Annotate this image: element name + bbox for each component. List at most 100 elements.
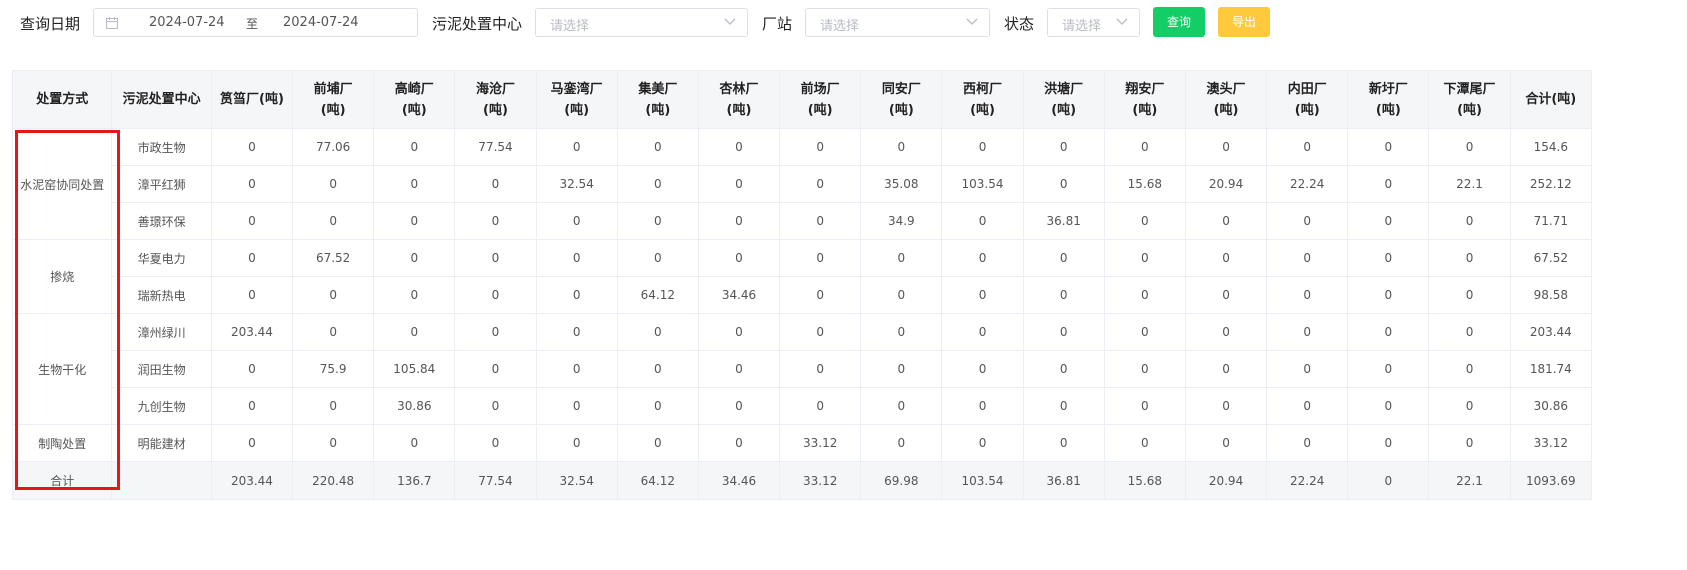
header-plant: 马銮湾厂 (吨) — [535, 70, 618, 129]
value-cell: 0 — [1103, 424, 1186, 462]
header-plant: 下潭尾厂 (吨) — [1428, 70, 1511, 129]
value-cell: 0 — [779, 165, 862, 203]
value-cell: 0 — [1184, 128, 1268, 166]
header-center: 污泥处置中心 — [111, 70, 212, 129]
center-select[interactable]: 请选择 — [535, 8, 748, 37]
table-header-row: 处置方式 污泥处置中心 筼筜厂(吨) 前埔厂 (吨) 高崎厂 (吨) 海沧厂 (吨) 马銮湾厂 (吨… — [12, 70, 1593, 129]
value-cell: 36.81 — [1022, 202, 1105, 240]
table-row: 生物干化 漳州绿川 203.44 0 0 0 0 0 0 0 0 0 0 0 0 0 0 0 203.44 — [12, 313, 1593, 425]
value-cell: 0 — [779, 313, 862, 351]
value-cell: 0 — [1347, 239, 1430, 277]
value-cell: 0 — [697, 387, 781, 425]
method-cell: 生物干化 — [12, 313, 113, 425]
header-plant: 高崎厂 (吨) — [373, 70, 456, 129]
status-select[interactable]: 请选择 — [1047, 8, 1140, 37]
value-cell: 0 — [1266, 387, 1349, 425]
start-date-input[interactable]: 2024-07-24 — [149, 15, 225, 30]
value-cell: 22.1 — [1428, 165, 1511, 203]
value-cell: 0 — [1184, 202, 1268, 240]
header-plant: 海沧厂 (吨) — [454, 70, 537, 129]
totals-value-cell: 22.1 — [1428, 461, 1511, 500]
value-cell: 0 — [1266, 202, 1349, 240]
value-cell: 0 — [1266, 128, 1349, 166]
calendar-icon — [106, 17, 118, 29]
value-cell: 0 — [210, 202, 294, 240]
center-cell: 瑞新热电 — [111, 276, 212, 314]
value-cell: 0 — [941, 276, 1024, 314]
totals-value-cell: 22.24 — [1266, 461, 1349, 500]
value-cell: 0 — [454, 313, 537, 351]
value-cell: 0 — [292, 387, 375, 425]
value-cell: 0 — [454, 350, 537, 388]
value-cell: 0 — [941, 424, 1024, 462]
value-cell: 0 — [1184, 239, 1268, 277]
value-cell: 0 — [535, 239, 618, 277]
center-cell: 华夏电力 — [111, 239, 212, 277]
value-cell: 0 — [1022, 424, 1105, 462]
value-cell: 0 — [373, 239, 456, 277]
value-cell: 0 — [373, 313, 456, 351]
value-cell: 0 — [210, 350, 294, 388]
totals-value-cell: 33.12 — [779, 461, 862, 500]
value-cell: 0 — [1022, 239, 1105, 277]
center-cell: 明能建材 — [111, 424, 212, 462]
header-plant: 新圩厂 (吨) — [1347, 70, 1430, 129]
value-cell: 0 — [616, 239, 699, 277]
value-cell: 0 — [860, 313, 943, 351]
query-date-label: 查询日期 — [20, 15, 81, 33]
row-total-cell: 33.12 — [1509, 424, 1593, 462]
value-cell: 0 — [1103, 239, 1186, 277]
value-cell: 0 — [1103, 128, 1186, 166]
value-cell: 0 — [1266, 350, 1349, 388]
value-cell: 0 — [1103, 387, 1186, 425]
end-date-input[interactable]: 2024-07-24 — [283, 15, 359, 30]
value-cell: 0 — [535, 350, 618, 388]
value-cell: 0 — [1103, 276, 1186, 314]
header-plant: 洪塘厂 (吨) — [1022, 70, 1105, 129]
value-cell: 0 — [1022, 165, 1105, 203]
value-cell: 0 — [373, 165, 456, 203]
totals-label-cell: 合计 — [12, 461, 113, 500]
totals-value-cell: 69.98 — [860, 461, 943, 500]
value-cell: 0 — [941, 313, 1024, 351]
method-cell: 掺烧 — [12, 239, 113, 314]
totals-value-cell: 0 — [1347, 461, 1430, 500]
header-plant: 内田厂 (吨) — [1266, 70, 1349, 129]
table-row: 漳平红狮 0 0 0 0 32.54 0 0 0 35.08 103.54 0 15.68 20.94 22… — [13, 165, 1593, 203]
totals-value-cell: 103.54 — [941, 461, 1024, 500]
value-cell: 0 — [1022, 313, 1105, 351]
value-cell: 0 — [1184, 387, 1268, 425]
center-cell: 九创生物 — [111, 387, 212, 425]
value-cell: 0 — [210, 424, 294, 462]
value-cell: 0 — [779, 350, 862, 388]
row-total-cell: 67.52 — [1509, 239, 1593, 277]
value-cell: 0 — [210, 387, 294, 425]
row-total-cell: 203.44 — [1509, 313, 1593, 351]
value-cell: 0 — [292, 165, 375, 203]
totals-value-cell: 36.81 — [1022, 461, 1105, 500]
value-cell: 0 — [1103, 350, 1186, 388]
value-cell: 0 — [373, 202, 456, 240]
value-cell: 34.46 — [697, 276, 781, 314]
value-cell: 0 — [1266, 239, 1349, 277]
value-cell: 0 — [1428, 276, 1511, 314]
value-cell: 0 — [1347, 202, 1430, 240]
query-button[interactable]: 查询 — [1153, 7, 1205, 37]
value-cell: 0 — [535, 128, 618, 166]
value-cell: 0 — [1347, 165, 1430, 203]
totals-value-cell: 32.54 — [535, 461, 618, 500]
export-button[interactable]: 导出 — [1218, 7, 1270, 37]
row-total-cell: 181.74 — [1509, 350, 1593, 388]
table-row: 掺烧 华夏电力 0 67.52 0 0 0 0 0 0 0 0 0 0 0 0 0 0 67.52 — [12, 239, 1593, 314]
header-plant: 同安厂 (吨) — [860, 70, 943, 129]
value-cell: 35.08 — [860, 165, 943, 203]
center-label: 污泥处置中心 — [432, 15, 523, 33]
statistics-table: 处置方式 污泥处置中心 筼筜厂(吨) 前埔厂 (吨) 高崎厂 (吨) 海沧厂 (吨) 马銮湾厂 (吨… — [12, 70, 1593, 500]
plant-select[interactable]: 请选择 — [805, 8, 990, 37]
value-cell: 0 — [454, 424, 537, 462]
value-cell: 0 — [616, 387, 699, 425]
value-cell: 0 — [1103, 313, 1186, 351]
date-range-picker[interactable]: 2024-07-24 至 2024-07-24 — [93, 8, 418, 37]
value-cell: 75.9 — [292, 350, 375, 388]
totals-center-cell — [111, 461, 212, 500]
